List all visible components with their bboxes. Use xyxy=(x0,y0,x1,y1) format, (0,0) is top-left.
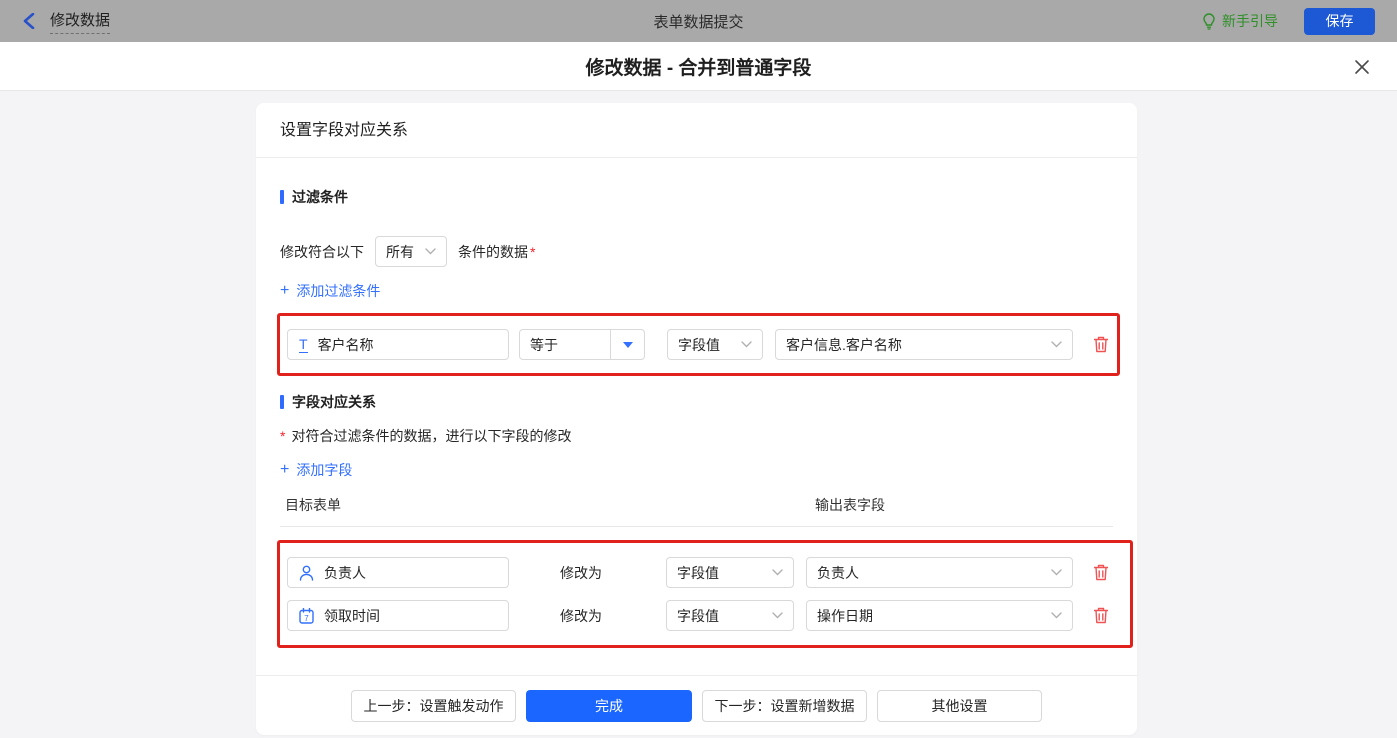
card-title: 设置字段对应关系 xyxy=(256,103,1137,158)
required-asterisk: * xyxy=(530,243,536,260)
target-field-input[interactable]: 负责人 xyxy=(287,557,509,588)
value-type-select[interactable]: 字段值 xyxy=(666,600,794,631)
filter-match-row: 修改符合以下 所有 条件的数据 * xyxy=(280,236,1113,267)
back-chevron-icon xyxy=(22,13,36,29)
caret-down-icon xyxy=(622,341,633,348)
filter-section-label: 过滤条件 xyxy=(292,189,348,205)
close-button[interactable] xyxy=(1351,56,1373,78)
operator-value: 等于 xyxy=(530,336,558,353)
add-filter-condition-link[interactable]: + 添加过滤条件 xyxy=(280,281,380,301)
lightbulb-icon xyxy=(1202,12,1216,30)
match-suffix-label: 条件的数据 * xyxy=(458,242,535,262)
match-mode-select[interactable]: 所有 xyxy=(375,236,447,267)
required-asterisk: * xyxy=(280,428,286,444)
output-field-value: 操作日期 xyxy=(817,607,873,624)
process-node-title[interactable]: 修改数据 xyxy=(50,9,111,34)
beginner-guide-link[interactable]: 新手引导 xyxy=(1202,11,1278,31)
operator-caret-segment[interactable] xyxy=(610,330,644,359)
target-field-value: 领取时间 xyxy=(324,607,380,624)
user-icon xyxy=(299,565,314,581)
compare-value-select[interactable]: 客户信息.客户名称 xyxy=(775,329,1073,360)
mapping-section-label: 字段对应关系 xyxy=(292,394,376,410)
section-accent-bar xyxy=(280,190,284,204)
dialog-footer: 上一步：设置触发动作 完成 下一步：设置新增数据 其他设置 xyxy=(256,675,1137,735)
mapping-description: * 对符合过滤条件的数据，进行以下字段的修改 xyxy=(280,426,1113,446)
trash-icon xyxy=(1093,336,1109,353)
chevron-down-icon xyxy=(772,569,783,576)
target-field-value: 负责人 xyxy=(324,564,366,581)
dialog-title: 修改数据 - 合并到普通字段 xyxy=(585,57,812,79)
section-accent-bar xyxy=(280,395,284,409)
settings-card: 设置字段对应关系 过滤条件 修改符合以下 所有 条件的数据 * + 添加过滤条件… xyxy=(256,103,1137,735)
next-step-button[interactable]: 下一步：设置新增数据 xyxy=(702,689,867,722)
modify-to-label: 修改为 xyxy=(560,607,602,624)
chevron-down-icon xyxy=(772,612,783,619)
beginner-guide-label: 新手引导 xyxy=(1222,13,1278,29)
delete-mapping-button[interactable] xyxy=(1089,561,1113,585)
delete-mapping-button[interactable] xyxy=(1089,604,1113,628)
plus-icon: + xyxy=(280,461,290,478)
mapping-row: 负责人 修改为 字段值 负责人 xyxy=(287,557,1130,588)
add-field-link[interactable]: + 添加字段 xyxy=(280,460,352,480)
mapping-rows-highlight-box: 负责人 修改为 字段值 负责人 7 领取时间 修改为 字段值 操作日期 xyxy=(277,540,1133,648)
chevron-down-icon xyxy=(425,248,436,255)
match-suffix-text: 条件的数据 xyxy=(458,243,528,260)
chevron-down-icon xyxy=(1051,569,1062,576)
output-field-value: 负责人 xyxy=(817,564,859,581)
dialog-header: 修改数据 - 合并到普通字段 xyxy=(0,42,1397,91)
text-field-icon: T xyxy=(299,335,308,353)
chevron-down-icon xyxy=(741,341,752,348)
svg-text:7: 7 xyxy=(304,613,309,622)
trash-icon xyxy=(1093,564,1109,581)
mapping-columns-header: 目标表单 输出表字段 xyxy=(280,495,1113,527)
target-field-input[interactable]: 7 领取时间 xyxy=(287,600,509,631)
compare-value: 客户信息.客户名称 xyxy=(786,336,902,353)
trash-icon xyxy=(1093,607,1109,624)
close-icon xyxy=(1354,59,1370,75)
plus-icon: + xyxy=(280,282,290,299)
value-type-value: 字段值 xyxy=(677,564,719,581)
prev-step-button[interactable]: 上一步：设置触发动作 xyxy=(351,689,516,722)
filter-condition-highlight-box: T 客户名称 等于 字段值 客户信息.客户名称 xyxy=(277,313,1120,376)
top-bar: 修改数据 表单数据提交 新手引导 保存 xyxy=(0,0,1397,42)
column-target-form: 目标表单 xyxy=(285,497,341,513)
value-type-select[interactable]: 字段值 xyxy=(666,557,794,588)
value-type-value: 字段值 xyxy=(678,336,720,353)
add-filter-condition-label: 添加过滤条件 xyxy=(296,283,381,299)
filter-condition-row: T 客户名称 等于 字段值 客户信息.客户名称 xyxy=(287,329,1117,360)
mapping-section-title: 字段对应关系 xyxy=(280,392,1113,412)
dialog-body: 设置字段对应关系 过滤条件 修改符合以下 所有 条件的数据 * + 添加过滤条件… xyxy=(0,91,1397,738)
column-output-field: 输出表字段 xyxy=(815,497,885,513)
save-button[interactable]: 保存 xyxy=(1304,7,1375,35)
operator-select[interactable]: 等于 xyxy=(519,329,645,360)
page-title: 表单数据提交 xyxy=(653,13,744,31)
filter-field-input[interactable]: T 客户名称 xyxy=(287,329,509,360)
mapping-description-text: 对符合过滤条件的数据，进行以下字段的修改 xyxy=(291,428,572,444)
chevron-down-icon xyxy=(1051,341,1062,348)
back-button[interactable]: 修改数据 xyxy=(22,9,111,34)
filter-field-value: 客户名称 xyxy=(317,336,374,353)
chevron-down-icon xyxy=(1051,612,1062,619)
match-prefix-label: 修改符合以下 xyxy=(280,243,364,260)
calendar-icon: 7 xyxy=(299,607,314,624)
output-field-select[interactable]: 负责人 xyxy=(806,557,1073,588)
add-field-label: 添加字段 xyxy=(296,462,353,478)
other-settings-button[interactable]: 其他设置 xyxy=(877,689,1042,722)
match-mode-value: 所有 xyxy=(386,243,414,260)
output-field-select[interactable]: 操作日期 xyxy=(806,600,1073,631)
value-type-value: 字段值 xyxy=(677,607,719,624)
done-button[interactable]: 完成 xyxy=(526,689,692,722)
delete-condition-button[interactable] xyxy=(1089,333,1113,357)
modify-to-label: 修改为 xyxy=(560,564,602,581)
value-type-select[interactable]: 字段值 xyxy=(667,329,763,360)
mapping-row: 7 领取时间 修改为 字段值 操作日期 xyxy=(287,600,1130,631)
filter-section-title: 过滤条件 xyxy=(280,187,1113,207)
